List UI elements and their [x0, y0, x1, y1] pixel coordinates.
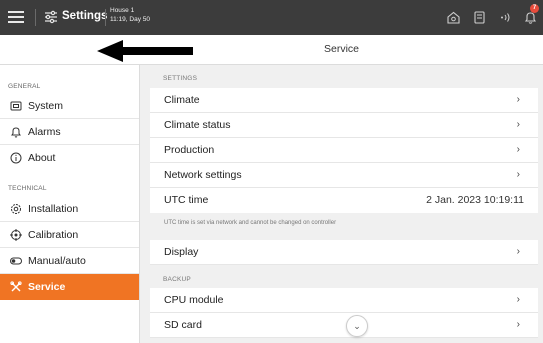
sidebar-item-label: System	[28, 100, 64, 112]
monitor-icon	[10, 101, 22, 111]
row-label: UTC time	[164, 194, 209, 206]
tools-icon	[10, 281, 22, 292]
scroll-down-button[interactable]: ⌄	[346, 315, 368, 337]
sidebar-item-system[interactable]: System	[0, 93, 139, 119]
settings-row-climate[interactable]: Climate ›	[150, 88, 538, 113]
sidebar-item-label: Installation	[28, 203, 79, 215]
page-header: Service	[0, 35, 543, 65]
sidebar-item-label: Calibration	[28, 229, 79, 241]
section-label-settings: SETTINGS	[163, 75, 198, 82]
settings-row-production[interactable]: Production ›	[150, 138, 538, 163]
chevron-right-icon: ›	[516, 94, 520, 105]
target-icon	[10, 229, 22, 241]
chevron-right-icon: ›	[516, 144, 520, 155]
row-label: Display	[164, 246, 199, 258]
document-icon[interactable]	[472, 10, 487, 25]
app-title: Settings	[62, 10, 108, 22]
sidebar-section-general: GENERAL	[8, 83, 41, 90]
row-label: Climate status	[164, 119, 231, 131]
top-bar: Settings House 1 11:19, Day 50 7	[0, 0, 543, 35]
sidebar-item-calibration[interactable]: Calibration	[0, 222, 139, 248]
sidebar-item-label: About	[28, 152, 56, 164]
house-info[interactable]: House 1 11:19, Day 50	[110, 6, 150, 24]
backup-row-sd-card[interactable]: SD card ›	[150, 313, 538, 338]
sidebar-item-label: Manual/auto	[28, 255, 86, 267]
utc-time-value: 2 Jan. 2023 10:19:11	[426, 194, 524, 206]
row-label: CPU module	[164, 294, 224, 306]
backup-row-cpu-module[interactable]: CPU module ›	[150, 288, 538, 313]
settings-row-display[interactable]: Display ›	[150, 240, 538, 265]
house-time: 11:19, Day 50	[110, 16, 150, 23]
utc-note: UTC time is set via network and cannot b…	[164, 220, 337, 226]
row-label: SD card	[164, 319, 202, 331]
main-content: SETTINGS Climate › Climate status › Prod…	[150, 65, 543, 343]
settings-row-climate-status[interactable]: Climate status ›	[150, 113, 538, 138]
chevron-right-icon: ›	[516, 319, 520, 330]
sidebar-item-manual-auto[interactable]: Manual/auto	[0, 248, 139, 274]
chevron-right-icon: ›	[516, 294, 520, 305]
chevron-right-icon: ›	[516, 246, 520, 257]
settings-row-utc-time: UTC time 2 Jan. 2023 10:19:11	[150, 188, 538, 213]
info-icon	[10, 152, 22, 164]
signal-icon[interactable]	[498, 10, 513, 25]
house-name: House 1	[110, 7, 135, 14]
sidebar-item-label: Alarms	[28, 126, 61, 138]
row-label: Production	[164, 144, 215, 156]
row-label: Network settings	[164, 169, 242, 181]
sidebar-item-label: Service	[28, 281, 66, 293]
divider	[35, 9, 36, 26]
bell-icon	[11, 127, 21, 138]
settings-row-network-settings[interactable]: Network settings ›	[150, 163, 538, 188]
divider	[105, 9, 106, 26]
settings-sliders-icon	[45, 10, 57, 24]
toggle-icon	[10, 257, 22, 265]
notification-badge: 7	[530, 4, 539, 13]
section-label-backup: BACKUP	[163, 276, 191, 283]
page-title: Service	[323, 43, 359, 55]
sidebar-item-about[interactable]: About	[0, 145, 139, 171]
sidebar-section-technical: TECHNICAL	[8, 185, 47, 192]
row-label: Climate	[164, 94, 200, 106]
sidebar-item-alarms[interactable]: Alarms	[0, 119, 139, 145]
chevron-right-icon: ›	[516, 169, 520, 180]
gear-icon	[11, 204, 21, 214]
chevron-right-icon: ›	[516, 119, 520, 130]
hamburger-menu-icon[interactable]	[8, 8, 24, 26]
sidebar-item-installation[interactable]: Installation	[0, 196, 139, 222]
sidebar-item-service[interactable]: Service	[0, 274, 139, 300]
house-icon[interactable]	[446, 10, 461, 25]
sidebar: GENERAL System Alarms About TECHNICAL In…	[0, 65, 140, 343]
